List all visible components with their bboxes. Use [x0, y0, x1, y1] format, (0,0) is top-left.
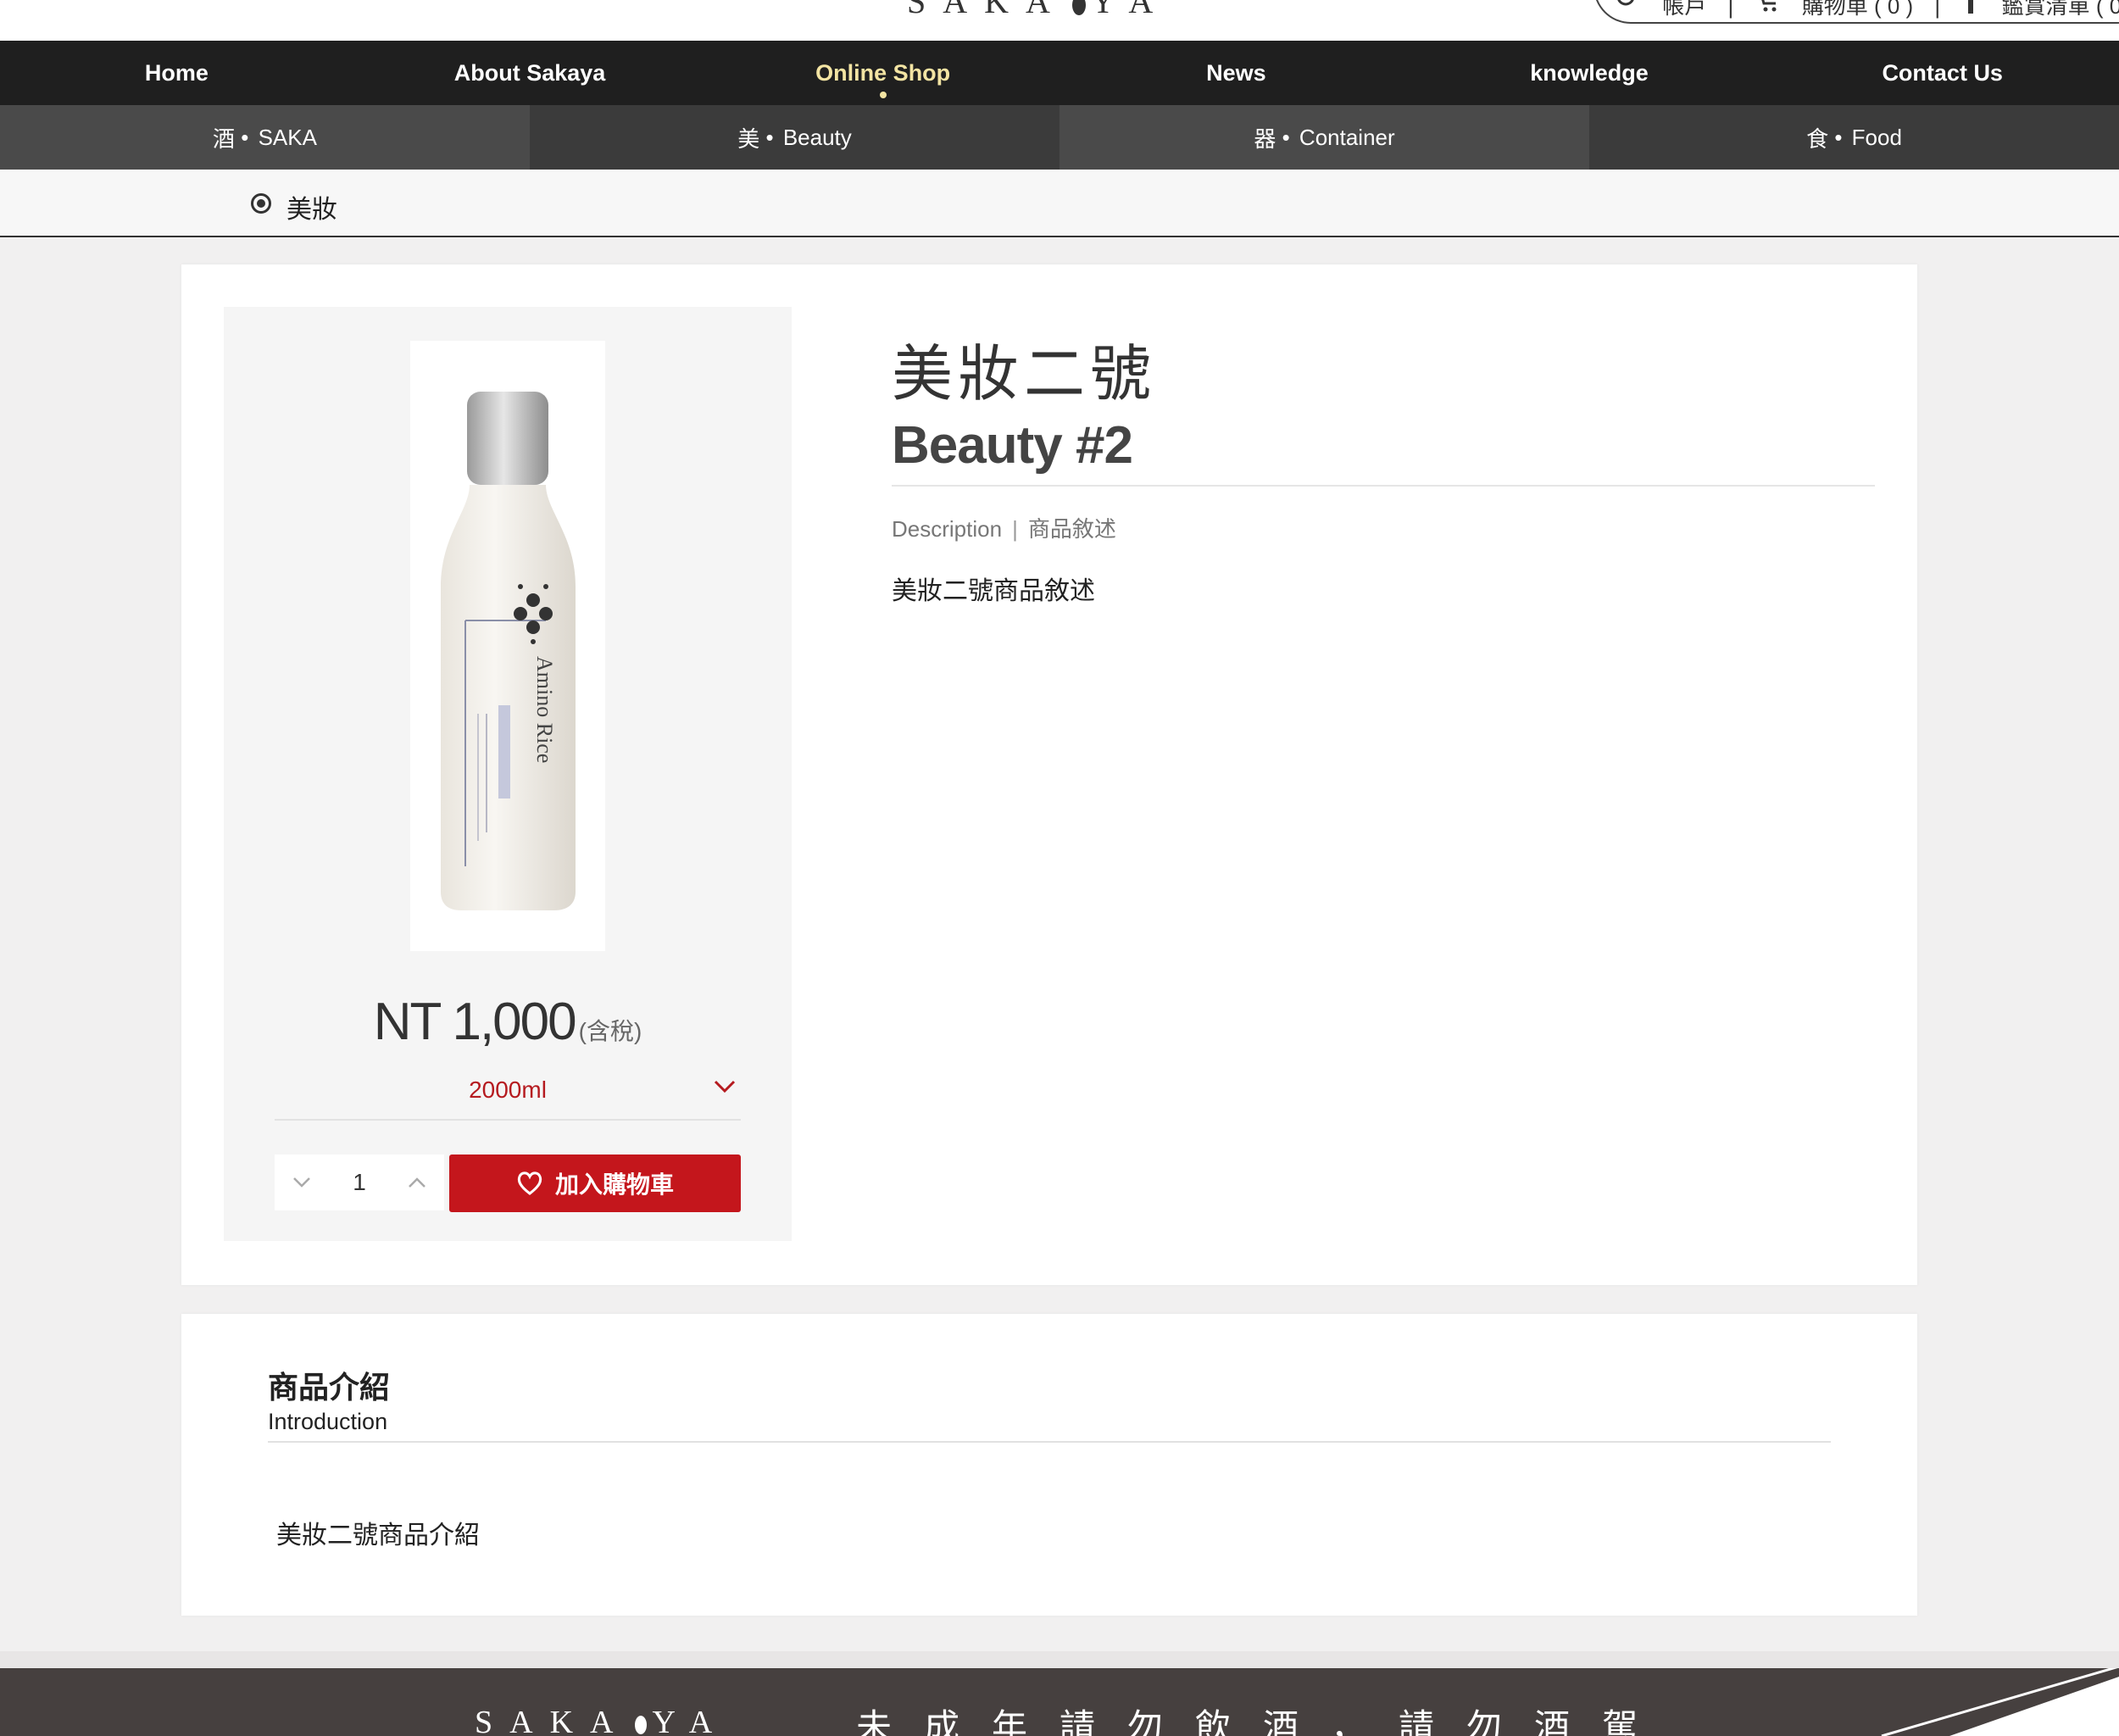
category-container[interactable]: 器 • Container	[1060, 105, 1589, 170]
price-value: NT 1,000	[373, 993, 577, 1051]
logo-text-left: SAKA	[475, 1705, 631, 1736]
user-links-divider: |	[1934, 0, 1941, 19]
chevron-up-icon	[409, 1177, 425, 1188]
cart-icon[interactable]	[1755, 0, 1786, 19]
product-price: NT 1,000 (含稅)	[224, 992, 792, 1052]
nav-home[interactable]: Home	[0, 41, 353, 105]
nav-online-shop[interactable]: Online Shop	[706, 41, 1060, 105]
bottle-label: Amino Rice	[532, 656, 557, 763]
category-char: 酒	[213, 125, 236, 152]
category-label: SAKA	[258, 124, 317, 150]
intro-title-cn: 商品介紹	[268, 1370, 391, 1405]
variant-select[interactable]: 2000ml	[275, 1068, 741, 1121]
breadcrumb: 美妝	[0, 170, 2119, 237]
account-icon[interactable]	[1610, 0, 1647, 19]
category-saka[interactable]: 酒 • SAKA	[0, 105, 530, 170]
tab-description[interactable]: Description	[892, 516, 1002, 542]
introduction-card: 商品介紹 Introduction 美妝二號商品介紹	[181, 1314, 1917, 1616]
nav-about[interactable]: About Sakaya	[353, 41, 707, 105]
footer: SAKA YA 未成年請勿飲酒，請勿酒駕	[0, 1668, 2119, 1736]
heart-icon	[517, 1171, 542, 1195]
tax-note: (含稅)	[578, 1018, 642, 1044]
user-links: 帳戶 | 購物車 ( 0 ) | 鑑賞清單 ( 0 )	[1610, 0, 2119, 20]
variant-value: 2000ml	[469, 1077, 547, 1103]
top-header: SAKA YA 帳戶 | 購物車 ( 0 ) | 鑑賞清單 ( 0 )	[0, 0, 2119, 41]
radio-dot-icon	[251, 193, 271, 214]
category-nav: 酒 • SAKA 美 • Beauty 器 • Container 食 • Fo…	[0, 105, 2119, 170]
intro-text: 美妝二號商品介紹	[276, 1522, 480, 1550]
quantity-input[interactable]	[329, 1169, 390, 1196]
tab-description-cn[interactable]: 商品敘述	[1028, 516, 1116, 542]
chevron-down-icon	[714, 1080, 736, 1098]
product-image[interactable]: Amino Rice	[410, 341, 605, 951]
product-card: Amino Rice NT 1,000 (含稅) 2000ml 1 加入購物車 …	[181, 264, 1917, 1285]
footer-decoration	[1881, 1668, 2119, 1736]
logo-text-left: SAKA	[907, 0, 1067, 20]
category-char: 器	[1254, 125, 1276, 152]
category-label: Beauty	[782, 124, 852, 150]
nav-knowledge[interactable]: knowledge	[1413, 41, 1766, 105]
category-beauty[interactable]: 美 • Beauty	[530, 105, 1060, 170]
product-purchase-panel: Amino Rice NT 1,000 (含稅) 2000ml 1 加入購物車	[224, 307, 792, 1241]
bottle-illustration: Amino Rice	[441, 392, 576, 910]
category-char: 食	[1806, 125, 1829, 152]
logo-mark-icon	[1071, 0, 1086, 15]
footer-divider	[0, 1651, 2119, 1668]
product-title-en: Beauty #2	[892, 416, 1133, 475]
cart-link[interactable]: 購物車 ( 0 )	[1802, 0, 1913, 19]
description-tabs: Description | 商品敘述	[892, 512, 1116, 543]
user-links-divider: |	[1727, 0, 1734, 19]
product-title-cn: 美妝二號	[892, 341, 1157, 409]
site-logo[interactable]: SAKA YA	[907, 0, 1170, 21]
tab-separator: |	[1012, 516, 1018, 542]
quantity-increase-button[interactable]	[390, 1155, 444, 1210]
intro-divider	[268, 1441, 1831, 1443]
category-label: Food	[1851, 124, 1902, 150]
wishlist-icon[interactable]	[1961, 0, 1986, 19]
add-to-cart-button[interactable]: 加入購物車	[449, 1155, 741, 1212]
quantity-decrease-button[interactable]	[275, 1155, 329, 1210]
title-divider	[892, 485, 1875, 487]
bullet-icon: •	[235, 124, 255, 150]
product-description: 美妝二號商品敘述	[892, 577, 1095, 605]
logo-text-right: YA	[1090, 0, 1171, 20]
nav-news[interactable]: News	[1060, 41, 1413, 105]
category-char: 美	[737, 125, 760, 152]
wishlist-link[interactable]: 鑑賞清單 ( 0 )	[2002, 0, 2119, 19]
account-link[interactable]: 帳戶	[1662, 0, 1706, 19]
category-label: Container	[1299, 124, 1395, 150]
logo-text-right: YA	[652, 1705, 730, 1736]
quantity-stepper	[275, 1155, 444, 1210]
chevron-down-icon	[293, 1177, 310, 1188]
category-food[interactable]: 食 • Food	[1589, 105, 2119, 170]
bullet-icon: •	[759, 124, 780, 150]
add-to-cart-label: 加入購物車	[554, 1171, 674, 1198]
breadcrumb-label[interactable]: 美妝	[286, 188, 337, 225]
bullet-icon: •	[1828, 124, 1849, 150]
footer-logo[interactable]: SAKA YA	[475, 1704, 729, 1736]
footer-warning: 未成年請勿飲酒，請勿酒駕	[856, 1707, 1671, 1736]
intro-title-en: Introduction	[268, 1409, 388, 1434]
bullet-icon: •	[1276, 124, 1296, 150]
nav-contact[interactable]: Contact Us	[1766, 41, 2119, 105]
main-nav: Home About Sakaya Online Shop News knowl…	[0, 41, 2119, 105]
logo-mark-icon	[635, 1716, 648, 1735]
